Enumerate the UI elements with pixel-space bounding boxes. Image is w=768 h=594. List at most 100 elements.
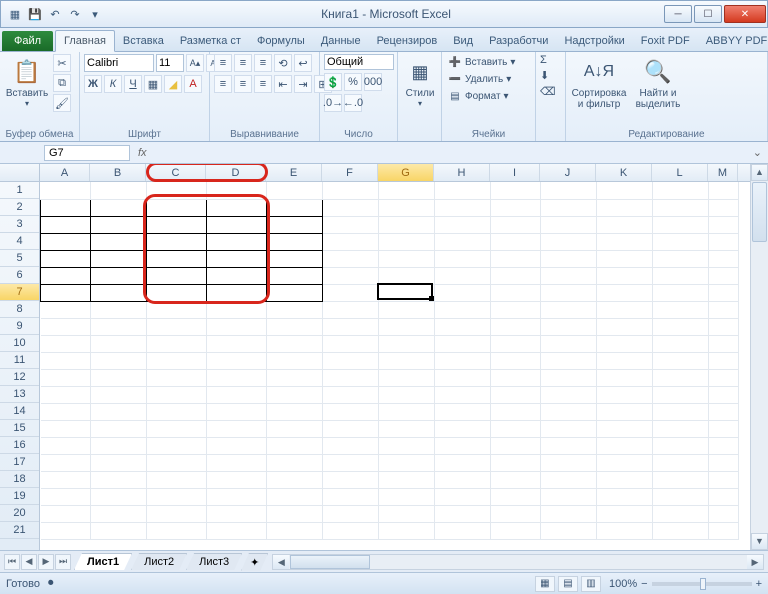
styles-button[interactable]: ▦ Стили ▾ bbox=[402, 54, 438, 110]
col-header-H[interactable]: H bbox=[434, 164, 490, 181]
tab-insert[interactable]: Вставка bbox=[115, 31, 172, 51]
row-header-18[interactable]: 18 bbox=[0, 471, 39, 488]
insert-cells-button[interactable]: ➕Вставить ▾ bbox=[446, 54, 517, 70]
italic-icon[interactable]: К bbox=[104, 75, 122, 93]
row-header-10[interactable]: 10 bbox=[0, 335, 39, 352]
border-icon[interactable]: ▦ bbox=[144, 75, 162, 93]
sort-filter-button[interactable]: А↓Я Сортировка и фильтр bbox=[570, 54, 628, 112]
number-format-combo[interactable] bbox=[324, 54, 394, 70]
row-header-21[interactable]: 21 bbox=[0, 522, 39, 539]
page-break-view-icon[interactable]: ▥ bbox=[581, 576, 601, 592]
copy-icon[interactable]: ⧉ bbox=[53, 74, 71, 92]
close-button[interactable]: ✕ bbox=[724, 5, 766, 23]
underline-icon[interactable]: Ч bbox=[124, 75, 142, 93]
row-header-11[interactable]: 11 bbox=[0, 352, 39, 369]
col-header-J[interactable]: J bbox=[540, 164, 596, 181]
row-header-1[interactable]: 1 bbox=[0, 182, 39, 199]
align-center-icon[interactable]: ≡ bbox=[234, 75, 252, 93]
file-tab[interactable]: Файл bbox=[2, 31, 53, 51]
hscroll-thumb[interactable] bbox=[290, 555, 370, 569]
orientation-icon[interactable]: ⟲ bbox=[274, 54, 292, 72]
zoom-out-icon[interactable]: − bbox=[641, 578, 647, 590]
horizontal-scrollbar[interactable]: ◀ ▶ bbox=[272, 554, 764, 570]
zoom-level[interactable]: 100% bbox=[609, 578, 637, 590]
row-header-17[interactable]: 17 bbox=[0, 454, 39, 471]
col-header-L[interactable]: L bbox=[652, 164, 708, 181]
paste-button[interactable]: 📋 Вставить ▾ bbox=[4, 54, 50, 110]
zoom-in-icon[interactable]: + bbox=[756, 578, 762, 590]
format-cells-button[interactable]: ▤Формат ▾ bbox=[446, 88, 511, 104]
decrease-decimal-icon[interactable]: ←.0 bbox=[344, 94, 362, 112]
col-header-D[interactable]: D bbox=[206, 164, 266, 181]
macro-record-icon[interactable]: ⏺ bbox=[48, 577, 54, 590]
tab-abbyy[interactable]: ABBYY PDF T bbox=[698, 31, 768, 51]
row-header-13[interactable]: 13 bbox=[0, 386, 39, 403]
col-header-M[interactable]: M bbox=[708, 164, 738, 181]
row-header-20[interactable]: 20 bbox=[0, 505, 39, 522]
font-color-icon[interactable]: A bbox=[184, 75, 202, 93]
col-header-G[interactable]: G bbox=[378, 164, 434, 181]
vertical-scrollbar[interactable]: ▲ ▼ bbox=[750, 164, 768, 550]
worksheet[interactable]: ABCDEFGHIJKLM 12345678910111213141516171… bbox=[0, 164, 768, 550]
minimize-button[interactable]: ─ bbox=[664, 5, 692, 23]
row-headers[interactable]: 123456789101112131415161718192021 bbox=[0, 182, 40, 550]
name-box[interactable]: G7 bbox=[44, 145, 130, 161]
delete-cells-button[interactable]: ➖Удалить ▾ bbox=[446, 71, 513, 87]
col-header-K[interactable]: K bbox=[596, 164, 652, 181]
row-header-9[interactable]: 9 bbox=[0, 318, 39, 335]
row-header-19[interactable]: 19 bbox=[0, 488, 39, 505]
col-header-F[interactable]: F bbox=[322, 164, 378, 181]
col-header-C[interactable]: C bbox=[146, 164, 206, 181]
zoom-slider[interactable] bbox=[652, 582, 752, 586]
normal-view-icon[interactable]: ▦ bbox=[535, 576, 555, 592]
sheet-tab-1[interactable]: Лист1 bbox=[74, 553, 132, 570]
col-header-E[interactable]: E bbox=[266, 164, 322, 181]
new-sheet-icon[interactable]: ✦ bbox=[241, 553, 268, 571]
row-header-5[interactable]: 5 bbox=[0, 250, 39, 267]
wrap-text-icon[interactable]: ↩ bbox=[294, 54, 312, 72]
scroll-left-icon[interactable]: ◀ bbox=[273, 555, 289, 569]
tab-formulas[interactable]: Формулы bbox=[249, 31, 313, 51]
qat-more-icon[interactable]: ▾ bbox=[87, 6, 103, 22]
row-header-4[interactable]: 4 bbox=[0, 233, 39, 250]
col-header-I[interactable]: I bbox=[490, 164, 540, 181]
font-name-combo[interactable] bbox=[84, 54, 154, 72]
scroll-thumb[interactable] bbox=[752, 182, 767, 242]
cut-icon[interactable]: ✂ bbox=[53, 54, 71, 72]
tab-prev-icon[interactable]: ◀ bbox=[21, 554, 37, 570]
redo-icon[interactable]: ↷ bbox=[67, 6, 83, 22]
align-top-icon[interactable]: ≡ bbox=[214, 54, 232, 72]
row-header-3[interactable]: 3 bbox=[0, 216, 39, 233]
fx-icon[interactable]: fx bbox=[138, 147, 147, 159]
format-painter-icon[interactable]: 🖌 bbox=[53, 94, 71, 112]
row-header-14[interactable]: 14 bbox=[0, 403, 39, 420]
clear-icon[interactable]: ⌫ bbox=[540, 85, 556, 98]
tab-review[interactable]: Рецензиров bbox=[369, 31, 446, 51]
row-header-8[interactable]: 8 bbox=[0, 301, 39, 318]
tab-first-icon[interactable]: ⏮ bbox=[4, 554, 20, 570]
comma-icon[interactable]: 000 bbox=[364, 73, 382, 91]
tab-developer[interactable]: Разработчи bbox=[481, 31, 556, 51]
tab-home[interactable]: Главная bbox=[55, 30, 115, 52]
maximize-button[interactable]: ☐ bbox=[694, 5, 722, 23]
cell-grid[interactable] bbox=[40, 182, 750, 550]
align-middle-icon[interactable]: ≡ bbox=[234, 54, 252, 72]
tab-data[interactable]: Данные bbox=[313, 31, 369, 51]
row-header-12[interactable]: 12 bbox=[0, 369, 39, 386]
col-header-A[interactable]: A bbox=[40, 164, 90, 181]
row-header-15[interactable]: 15 bbox=[0, 420, 39, 437]
bold-icon[interactable]: Ж bbox=[84, 75, 102, 93]
currency-icon[interactable]: 💲 bbox=[324, 73, 342, 91]
col-header-B[interactable]: B bbox=[90, 164, 146, 181]
undo-icon[interactable]: ↶ bbox=[47, 6, 63, 22]
tab-view[interactable]: Вид bbox=[445, 31, 481, 51]
sheet-tab-3[interactable]: Лист3 bbox=[186, 553, 242, 570]
row-header-16[interactable]: 16 bbox=[0, 437, 39, 454]
tab-last-icon[interactable]: ⏭ bbox=[55, 554, 71, 570]
column-headers[interactable]: ABCDEFGHIJKLM bbox=[40, 164, 750, 182]
align-left-icon[interactable]: ≡ bbox=[214, 75, 232, 93]
tab-next-icon[interactable]: ▶ bbox=[38, 554, 54, 570]
increase-decimal-icon[interactable]: .0→ bbox=[324, 94, 342, 112]
indent-dec-icon[interactable]: ⇤ bbox=[274, 75, 292, 93]
sheet-tab-2[interactable]: Лист2 bbox=[131, 553, 187, 570]
